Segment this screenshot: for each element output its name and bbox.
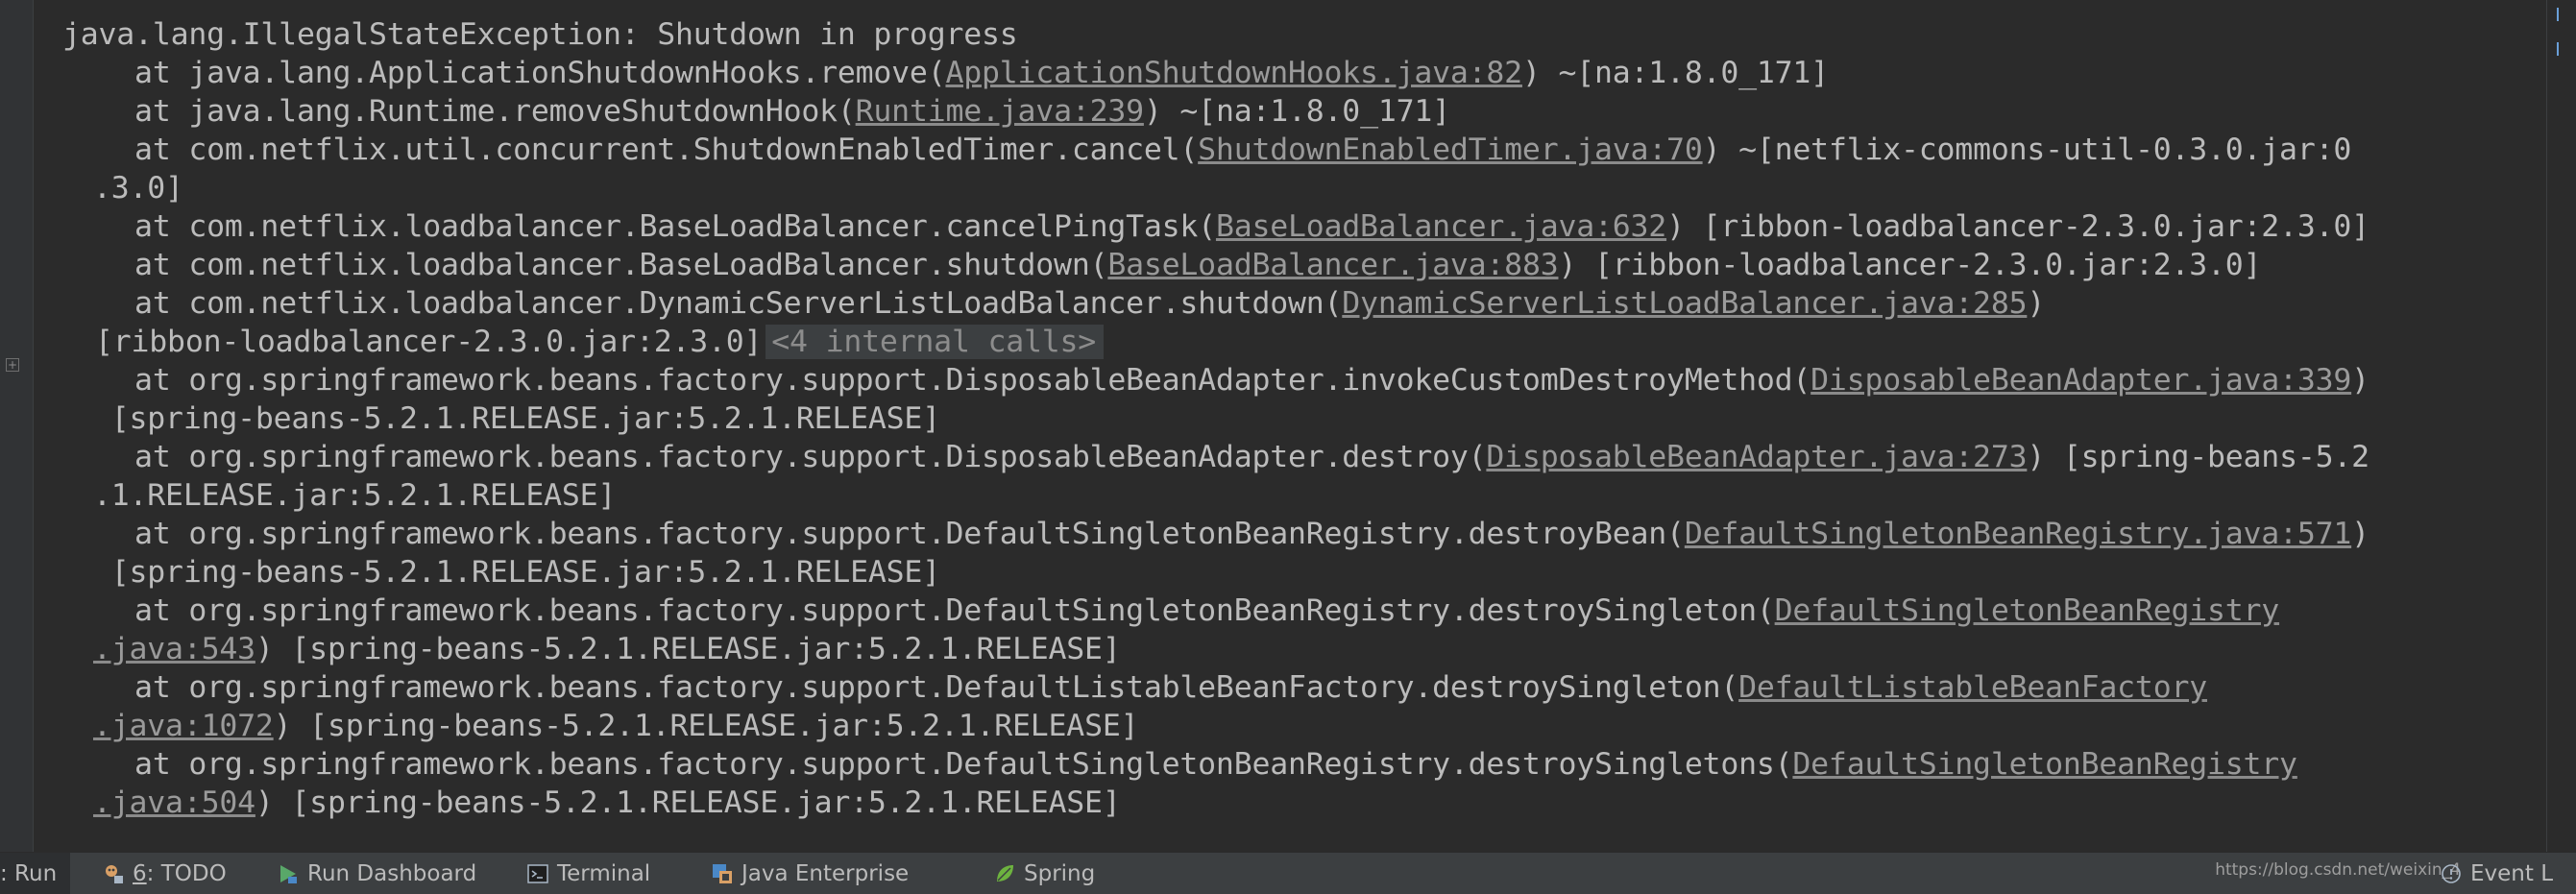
frame-text: at org.springframework.beans.factory.sup… — [62, 363, 1811, 398]
console-line: [ribbon-loadbalancer-2.3.0.jar:2.3.0] <4 … — [95, 323, 1105, 361]
console-line: at org.springframework.beans.factory.sup… — [62, 592, 2279, 630]
frame-suffix: ) [ribbon-loadbalancer-2.3.0.jar:2.3.0] — [1666, 209, 2369, 244]
spring-label: Spring — [1024, 860, 1096, 886]
frame-text: at com.netflix.loadbalancer.BaseLoadBala… — [62, 248, 1108, 282]
source-link[interactable]: ApplicationShutdownHooks.java:82 — [945, 56, 1522, 90]
source-link[interactable]: DefaultSingletonBeanRegistry.java:571 — [1685, 517, 2351, 551]
wrapped-text: .1.RELEASE.jar:5.2.1.RELEASE] — [93, 478, 617, 513]
frame-suffix: ) — [2027, 286, 2046, 321]
tool-window-run[interactable]: : Run — [0, 853, 71, 894]
scroll-marker-icon — [2557, 42, 2568, 56]
console-line: .1.RELEASE.jar:5.2.1.RELEASE] — [93, 476, 616, 515]
source-link[interactable]: BaseLoadBalancer.java:883 — [1107, 248, 1558, 282]
frame-text: at com.netflix.loadbalancer.DynamicServe… — [62, 286, 1343, 321]
source-link[interactable]: ShutdownEnabledTimer.java:70 — [1198, 133, 1703, 167]
bottom-tool-window-bar: : Run 6: TODO Run Dashboard Terminal Jav… — [0, 852, 2576, 894]
wrapped-text: [spring-beans-5.2.1.RELEASE.jar:5.2.1.RE… — [93, 401, 940, 436]
console-line: at java.lang.Runtime.removeShutdownHook(… — [62, 92, 1450, 131]
console-line: .java:504) [spring-beans-5.2.1.RELEASE.j… — [93, 784, 1121, 822]
expand-fold-icon[interactable]: + — [6, 358, 19, 372]
run-dashboard-label: Run Dashboard — [307, 860, 477, 886]
exception-header: java.lang.IllegalStateException: Shutdow… — [62, 17, 1018, 52]
source-link[interactable]: BaseLoadBalancer.java:632 — [1216, 209, 1666, 244]
frame-text: at org.springframework.beans.factory.sup… — [62, 593, 1775, 628]
todo-icon — [102, 862, 125, 885]
console-line: at org.springframework.beans.factory.sup… — [62, 515, 2369, 553]
frame-text: at java.lang.Runtime.removeShutdownHook( — [62, 94, 856, 129]
frame-text: at org.springframework.beans.factory.sup… — [62, 747, 1793, 782]
console-line: java.lang.IllegalStateException: Shutdow… — [62, 15, 1018, 54]
todo-number: 6 — [133, 860, 147, 886]
tool-window-java-enterprise[interactable]: Java Enterprise — [711, 853, 909, 894]
tool-window-event-log[interactable]: Event L — [2440, 853, 2553, 894]
terminal-label: Terminal — [557, 860, 651, 886]
source-link[interactable]: DefaultSingletonBeanRegistry — [1792, 747, 2297, 782]
source-link[interactable]: DefaultListableBeanFactory — [1738, 670, 2207, 705]
source-link[interactable]: DefaultSingletonBeanRegistry — [1775, 593, 2280, 628]
scroll-marker-icon — [2557, 8, 2568, 21]
tool-window-terminal[interactable]: Terminal — [526, 853, 650, 894]
frame-text: at com.netflix.loadbalancer.BaseLoadBala… — [62, 209, 1216, 244]
frame-suffix: ) — [2351, 517, 2369, 551]
right-tool-stripe — [2546, 0, 2576, 852]
source-link[interactable]: DisposableBeanAdapter.java:273 — [1486, 440, 2027, 474]
console-line: .java:543) [spring-beans-5.2.1.RELEASE.j… — [93, 630, 1121, 668]
console-line: [spring-beans-5.2.1.RELEASE.jar:5.2.1.RE… — [93, 553, 940, 592]
source-link[interactable]: .java:543 — [93, 632, 255, 666]
terminal-icon — [526, 862, 549, 885]
console-line: at com.netflix.util.concurrent.ShutdownE… — [62, 131, 2351, 169]
wrapped-text: [ribbon-loadbalancer-2.3.0.jar:2.3.0] — [95, 325, 763, 359]
frame-text: at org.springframework.beans.factory.sup… — [62, 517, 1685, 551]
wrapped-text: .3.0] — [93, 171, 183, 205]
tool-window-run-dashboard[interactable]: Run Dashboard — [277, 853, 476, 894]
console-output[interactable]: java.lang.IllegalStateException: Shutdow… — [35, 0, 2541, 852]
tool-window-todo[interactable]: 6: TODO — [102, 853, 227, 894]
wrapped-text: [spring-beans-5.2.1.RELEASE.jar:5.2.1.RE… — [93, 555, 940, 590]
console-line: at com.netflix.loadbalancer.BaseLoadBala… — [62, 207, 2369, 246]
watermark-text: https://blog.csdn.net/weixin_4 — [2215, 860, 2461, 880]
java-enterprise-icon — [711, 862, 734, 885]
internal-calls-fold[interactable]: <4 internal calls> — [766, 325, 1105, 359]
frame-suffix: ) [spring-beans-5.2.1.RELEASE.jar:5.2.1.… — [255, 785, 1121, 820]
java-enterprise-label: Java Enterprise — [741, 860, 910, 886]
run-tab-label: : Run — [0, 860, 58, 886]
source-link[interactable]: .java:1072 — [93, 709, 274, 743]
source-link[interactable]: DisposableBeanAdapter.java:339 — [1810, 363, 2351, 398]
tool-window-spring[interactable]: Spring — [993, 853, 1095, 894]
console-line: .java:1072) [spring-beans-5.2.1.RELEASE.… — [93, 707, 1139, 745]
frame-suffix: ) ~[na:1.8.0_171] — [1143, 94, 1450, 129]
spring-leaf-icon — [993, 862, 1016, 885]
console-gutter: + — [0, 0, 34, 852]
frame-suffix: ) [spring-beans-5.2.1.RELEASE.jar:5.2.1.… — [273, 709, 1139, 743]
event-log-label: Event L — [2470, 860, 2554, 886]
frame-suffix: ) ~[netflix-commons-util-0.3.0.jar:0 — [1702, 133, 2352, 167]
source-link[interactable]: DynamicServerListLoadBalancer.java:285 — [1342, 286, 2027, 321]
console-line: at org.springframework.beans.factory.sup… — [62, 668, 2207, 707]
frame-suffix: ) — [2351, 363, 2369, 398]
frame-text: at java.lang.ApplicationShutdownHooks.re… — [62, 56, 946, 90]
console-line: at org.springframework.beans.factory.sup… — [62, 745, 2297, 784]
frame-suffix: ) [ribbon-loadbalancer-2.3.0.jar:2.3.0] — [1558, 248, 2262, 282]
console-line: .3.0] — [93, 169, 183, 207]
frame-suffix: ) ~[na:1.8.0_171] — [1521, 56, 1829, 90]
frame-text: at org.springframework.beans.factory.sup… — [62, 440, 1487, 474]
source-link[interactable]: Runtime.java:239 — [856, 94, 1144, 129]
console-line: at com.netflix.loadbalancer.BaseLoadBala… — [62, 246, 2261, 284]
frame-text: at com.netflix.util.concurrent.ShutdownE… — [62, 133, 1199, 167]
todo-label: : TODO — [146, 860, 227, 886]
frame-suffix: ) [spring-beans-5.2.1.RELEASE.jar:5.2.1.… — [255, 632, 1121, 666]
console-line: at org.springframework.beans.factory.sup… — [62, 438, 2369, 476]
source-link[interactable]: .java:504 — [93, 785, 255, 820]
event-log-icon — [2440, 862, 2463, 885]
console-line: at org.springframework.beans.factory.sup… — [62, 361, 2369, 399]
console-line: [spring-beans-5.2.1.RELEASE.jar:5.2.1.RE… — [93, 399, 940, 438]
frame-suffix: ) [spring-beans-5.2 — [2027, 440, 2369, 474]
console-line: at java.lang.ApplicationShutdownHooks.re… — [62, 54, 1829, 92]
console-line: at com.netflix.loadbalancer.DynamicServe… — [62, 284, 2045, 323]
run-dashboard-icon — [277, 862, 300, 885]
frame-text: at org.springframework.beans.factory.sup… — [62, 670, 1739, 705]
